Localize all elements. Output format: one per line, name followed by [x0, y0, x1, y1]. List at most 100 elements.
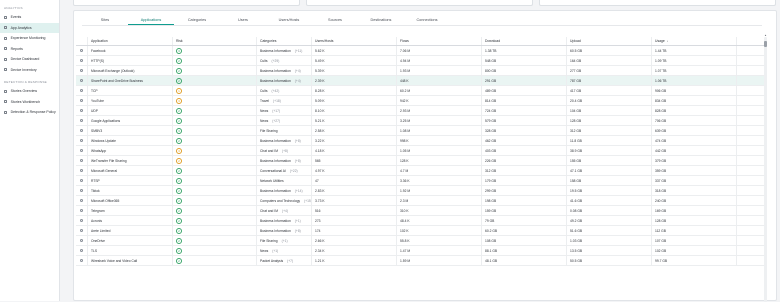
- row-radio-icon[interactable]: [79, 88, 84, 93]
- row-select-cell[interactable]: [76, 136, 88, 145]
- row-radio-icon[interactable]: [79, 58, 84, 63]
- row-select-cell[interactable]: [76, 246, 88, 255]
- row-select-cell[interactable]: [76, 126, 88, 135]
- column-header[interactable]: Categories: [257, 37, 312, 45]
- row-select-cell[interactable]: [76, 256, 88, 265]
- category-count[interactable]: (+14): [295, 189, 303, 193]
- row-select-cell[interactable]: [76, 96, 88, 105]
- row-radio-icon[interactable]: [79, 148, 84, 153]
- sidebar-item[interactable]: Reports: [0, 44, 59, 55]
- table-row[interactable]: Google Applications 2 News (+27) 5.21 K 3.25 …: [76, 116, 764, 126]
- application-name[interactable]: SharePoint and OneDrive Business: [88, 76, 173, 85]
- scrollbar-thumb[interactable]: [764, 41, 767, 47]
- table-row[interactable]: RTSP 2 Network Utilities 47 3.36 K 179 GB 158 …: [76, 176, 764, 186]
- tab-users[interactable]: Users: [220, 14, 266, 25]
- tab-applications[interactable]: Applications: [128, 14, 174, 25]
- table-row[interactable]: SharePoint and OneDrive Business 2 Busines…: [76, 76, 764, 86]
- table-row[interactable]: TLS 2 News (+1) 2.34 K 1.47 M 88.1 GB 13.5 GB 10…: [76, 246, 764, 256]
- application-name[interactable]: HTTP(S): [88, 56, 173, 65]
- column-header[interactable]: Application: [88, 37, 173, 45]
- row-radio-icon[interactable]: [79, 208, 84, 213]
- column-header[interactable]: Risk: [173, 37, 257, 45]
- application-name[interactable]: SMBV3: [88, 126, 173, 135]
- vertical-scrollbar[interactable]: ▲: [764, 34, 767, 302]
- category-count[interactable]: (+22): [290, 169, 298, 173]
- row-select-cell[interactable]: [76, 156, 88, 165]
- application-name[interactable]: Google Applications: [88, 116, 173, 125]
- application-name[interactable]: TLS: [88, 246, 173, 255]
- table-row[interactable]: OneDrive 2 File Sharing (+1) 2.66 K 55.8 K 108…: [76, 236, 764, 246]
- row-radio-icon[interactable]: [79, 68, 84, 73]
- row-select-cell[interactable]: [76, 146, 88, 155]
- category-count[interactable]: (+42): [272, 89, 280, 93]
- application-name[interactable]: UDP: [88, 106, 173, 115]
- row-select-cell[interactable]: [76, 206, 88, 215]
- row-select-cell[interactable]: [76, 56, 88, 65]
- sidebar-item[interactable]: Detection & Response Policy: [0, 107, 59, 118]
- application-name[interactable]: Telegram: [88, 206, 173, 215]
- sidebar-item[interactable]: Device Inventory: [0, 65, 59, 76]
- column-header[interactable]: Download: [482, 37, 567, 45]
- table-row[interactable]: HTTP(S) 2 Cults (+29) 5.49 K 4.94 M 548 GB 164 …: [76, 56, 764, 66]
- table-row[interactable]: Windows Update 2 Business Information (+8) 3…: [76, 136, 764, 146]
- row-radio-icon[interactable]: [79, 248, 84, 253]
- category-count[interactable]: (+27): [272, 119, 280, 123]
- row-radio-icon[interactable]: [79, 128, 84, 133]
- row-radio-icon[interactable]: [79, 218, 84, 223]
- table-row[interactable]: WeTransfer File Sharing 2 Business Informa…: [76, 156, 764, 166]
- category-count[interactable]: (+8): [295, 229, 301, 233]
- row-radio-icon[interactable]: [79, 198, 84, 203]
- sidebar-item[interactable]: Device Dashboard: [0, 54, 59, 65]
- sort-desc-icon[interactable]: ↓: [667, 39, 669, 43]
- row-radio-icon[interactable]: [79, 48, 84, 53]
- category-count[interactable]: (+29): [272, 59, 280, 63]
- row-select-cell[interactable]: [76, 66, 88, 75]
- sidebar-item[interactable]: App Analytics: [0, 22, 59, 33]
- row-select-cell[interactable]: [76, 216, 88, 225]
- application-name[interactable]: Windows Update: [88, 136, 173, 145]
- row-radio-icon[interactable]: [79, 138, 84, 143]
- category-count[interactable]: (+7): [287, 259, 293, 263]
- tab-connections[interactable]: Connections: [404, 14, 450, 25]
- table-row[interactable]: Tiktok 2 Business Information (+14) 2.83 K 1.…: [76, 186, 764, 196]
- table-row[interactable]: Facebook 3 Business Information (+11) 5.62 K…: [76, 46, 764, 56]
- sidebar-item[interactable]: Experience Monitoring: [0, 33, 59, 44]
- category-count[interactable]: (+4): [295, 69, 301, 73]
- row-radio-icon[interactable]: [79, 168, 84, 173]
- category-count[interactable]: (+1): [282, 239, 288, 243]
- category-count[interactable]: (+8): [295, 139, 301, 143]
- table-row[interactable]: UDP 2 News (+17) 8.10 K 2.93 M 724 GB 104 GB 828…: [76, 106, 764, 116]
- row-select-cell[interactable]: [76, 196, 88, 205]
- table-row[interactable]: YouTube 3 Travel (+18) 5.09 K 942 K 814 GB 20.4…: [76, 96, 764, 106]
- column-header[interactable]: Usage ↓: [652, 37, 737, 45]
- scroll-up-icon[interactable]: ▲: [764, 34, 767, 37]
- application-name[interactable]: RTSP: [88, 176, 173, 185]
- category-count[interactable]: (+8): [282, 149, 288, 153]
- application-name[interactable]: Microsoft Exchange (Outlook): [88, 66, 173, 75]
- category-count[interactable]: (+4): [282, 209, 288, 213]
- application-name[interactable]: Microsoft General: [88, 166, 173, 175]
- column-header[interactable]: Users/Hosts: [312, 37, 397, 45]
- application-name[interactable]: YouTube: [88, 96, 173, 105]
- application-name[interactable]: Arete Limited: [88, 226, 173, 235]
- row-select-cell[interactable]: [76, 226, 88, 235]
- table-row[interactable]: Acronis 2 Business Information (+1) 273 48.4 …: [76, 216, 764, 226]
- category-count[interactable]: (+1): [272, 249, 278, 253]
- tab-categories[interactable]: Categories: [174, 14, 220, 25]
- table-row[interactable]: TCP 1 Cults (+42) 8.28 K 60.2 M 489 GB 417 GB 90…: [76, 86, 764, 96]
- category-count[interactable]: (+4): [295, 79, 301, 83]
- row-select-cell[interactable]: [76, 166, 88, 175]
- row-select-cell[interactable]: [76, 76, 88, 85]
- table-row[interactable]: Microsoft Office365 2 Computers and Techno…: [76, 196, 764, 206]
- sidebar-item[interactable]: Stories Workbench: [0, 97, 59, 108]
- tab-sources[interactable]: Sources: [312, 14, 358, 25]
- table-row[interactable]: Telegram 2 Chat and IM (+4) 516 310 K 159 GB 0.…: [76, 206, 764, 216]
- table-row[interactable]: Wireshark Voice and Video Call 2 Packet An…: [76, 256, 764, 266]
- column-header[interactable]: Upload: [567, 37, 652, 45]
- application-name[interactable]: Acronis: [88, 216, 173, 225]
- application-name[interactable]: Facebook: [88, 46, 173, 55]
- category-count[interactable]: (+8): [295, 159, 301, 163]
- application-name[interactable]: WeTransfer File Sharing: [88, 156, 173, 165]
- row-radio-icon[interactable]: [79, 178, 84, 183]
- row-radio-icon[interactable]: [79, 78, 84, 83]
